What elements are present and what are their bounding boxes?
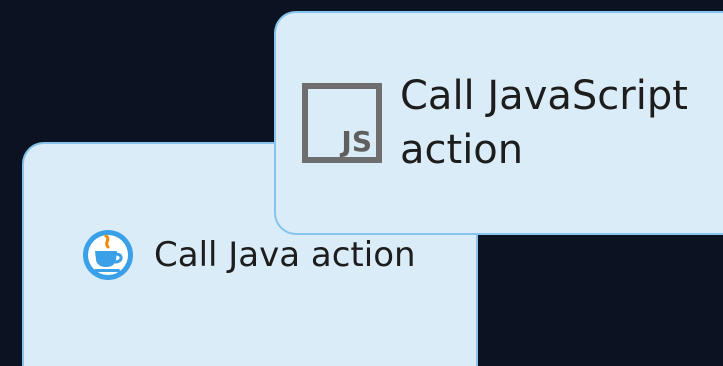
action-palette: Call Java action JS Call JavaScript acti… xyxy=(0,0,723,366)
call-javascript-action-label: Call JavaScript action xyxy=(400,69,688,177)
call-javascript-action-card[interactable]: JS Call JavaScript action xyxy=(274,11,723,235)
javascript-icon-text: JS xyxy=(341,125,372,158)
java-cup-icon xyxy=(83,230,133,280)
javascript-box-icon: JS xyxy=(302,83,382,163)
call-javascript-action-label-line2: action xyxy=(400,127,524,173)
call-java-action-label: Call Java action xyxy=(154,235,416,275)
call-javascript-action-label-line1: Call JavaScript xyxy=(400,73,688,119)
